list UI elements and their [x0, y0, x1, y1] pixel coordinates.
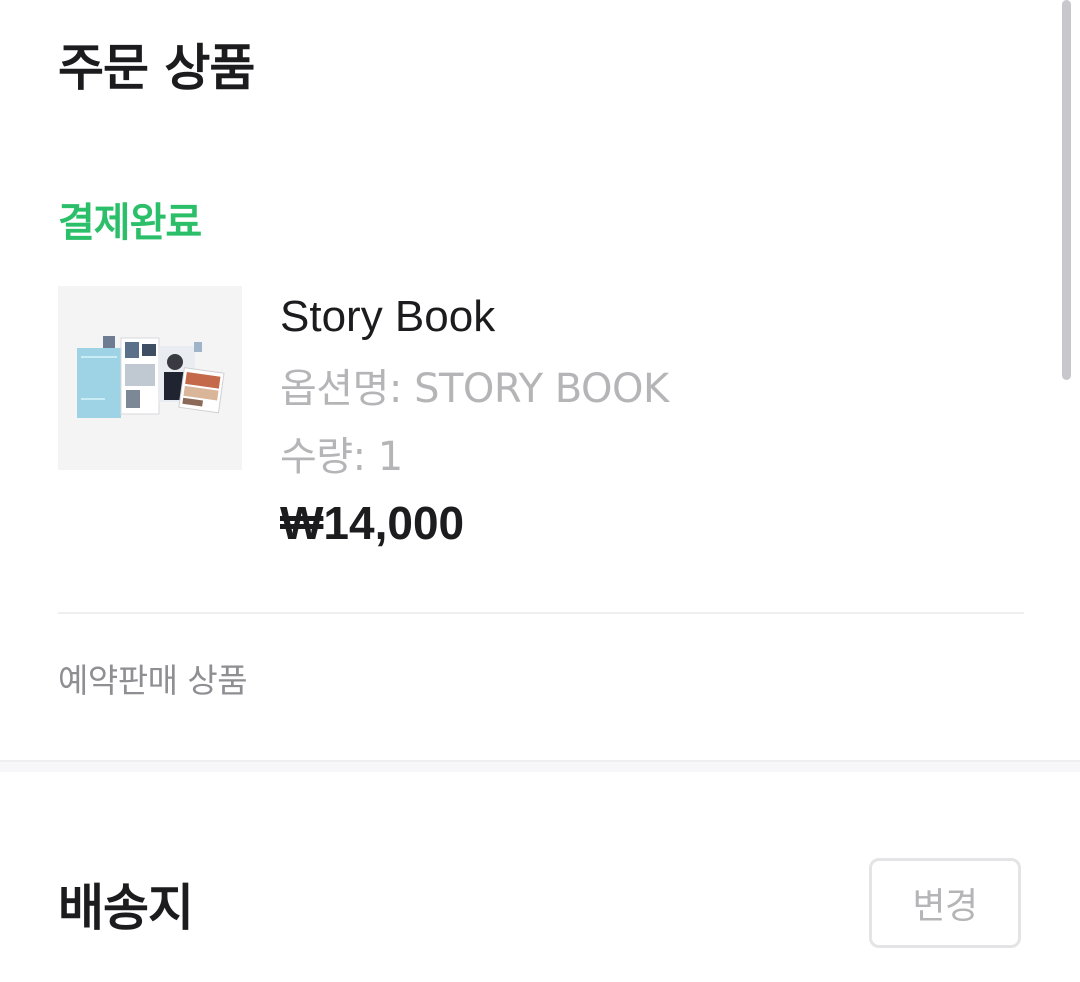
preorder-label: 예약판매 상품: [58, 661, 248, 700]
section-separator: [0, 760, 1080, 772]
product-option: 옵션명: STORY BOOK: [280, 366, 669, 412]
product-thumbnail[interactable]: [58, 286, 242, 470]
product-quantity: 수량: 1: [280, 434, 403, 480]
product-price: ₩14,000: [280, 497, 465, 549]
shipping-section-title: 배송지: [58, 879, 194, 937]
scrollbar[interactable]: [1062, 0, 1071, 380]
order-section-title: 주문 상품: [58, 39, 255, 97]
story-book-image: [77, 336, 225, 418]
change-address-button[interactable]: 변경: [869, 858, 1021, 948]
product-name[interactable]: Story Book: [280, 292, 495, 342]
divider: [58, 612, 1024, 614]
payment-status: 결제완료: [58, 200, 202, 246]
